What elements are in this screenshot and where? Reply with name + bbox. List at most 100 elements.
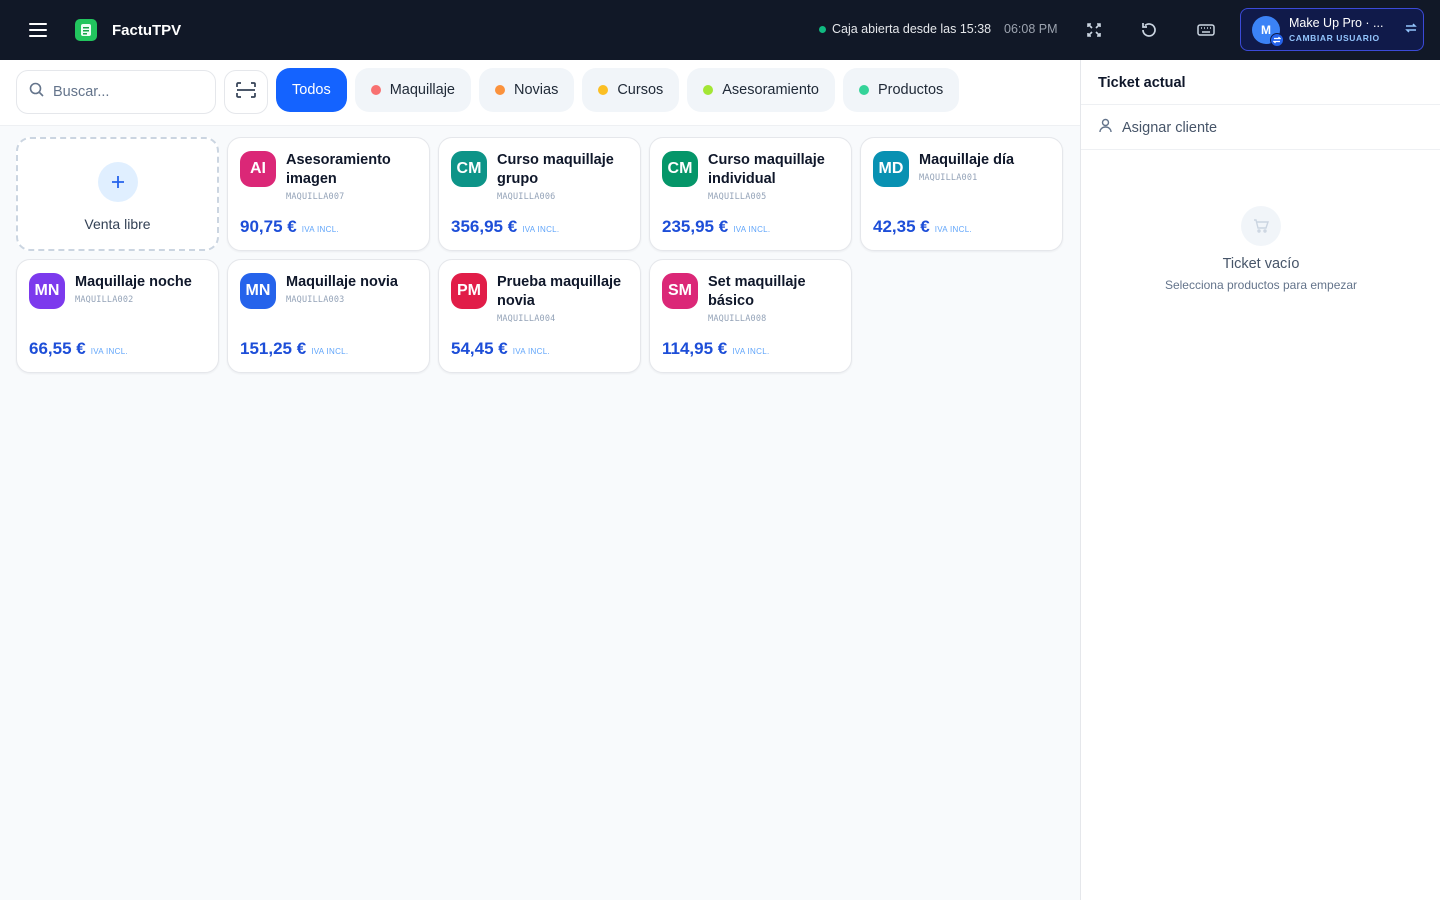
product-price: 235,95 € IVA INCL.: [662, 217, 770, 237]
top-bar: FactuTPV Caja abierta desde las 15:38 06…: [0, 0, 1440, 60]
search-box[interactable]: [16, 70, 216, 114]
barcode-scan-button[interactable]: [224, 70, 268, 114]
category-dot-icon: [370, 85, 381, 95]
tab-label: Maquillaje: [389, 82, 455, 98]
product-sku: MAQUILLA005: [708, 192, 767, 202]
product-name: Maquillaje día: [919, 152, 1015, 168]
price-value: 114,95 €: [662, 339, 728, 358]
free-sale-label: Venta libre: [84, 216, 151, 232]
tab-novias[interactable]: Novias: [479, 68, 575, 112]
assign-client-label: Asignar cliente: [1122, 120, 1218, 136]
tab-productos[interactable]: Productos: [842, 68, 960, 112]
product-sku: MAQUILLA006: [497, 192, 556, 202]
empty-ticket-title: Ticket vacío: [1222, 256, 1300, 272]
search-input[interactable]: [53, 84, 203, 100]
product-initials-badge: CM: [451, 151, 487, 187]
keyboard-icon[interactable]: [1194, 18, 1218, 42]
empty-ticket-state: Ticket vacío Selecciona productos para e…: [1081, 206, 1440, 292]
category-dot-icon: [495, 85, 505, 95]
product-card[interactable]: SM Set maquillaje básico MAQUILLA008 114,95…: [649, 259, 852, 373]
switch-user-label: CAMBIAR USUARIO: [1289, 33, 1380, 43]
plus-icon: [97, 162, 138, 202]
product-price: 356,95 € IVA INCL.: [451, 217, 559, 237]
tax-label: IVA INCL.: [301, 225, 339, 234]
product-card[interactable]: CM Curso maquillaje grupo MAQUILLA006 356,9…: [438, 137, 641, 251]
divider: [1081, 149, 1440, 150]
price-value: 356,95 €: [451, 217, 518, 236]
cart-icon: [1241, 206, 1281, 246]
price-value: 235,95 €: [662, 217, 729, 236]
tax-label: IVA INCL.: [733, 225, 771, 234]
swap-badge-icon: [1270, 32, 1284, 47]
tab-asesoramiento[interactable]: Asesoramiento: [687, 68, 835, 112]
product-name: Maquillaje novia: [286, 274, 398, 290]
tab-label: Todos: [292, 82, 331, 98]
switch-user-button[interactable]: M Make Up Pro · ... CAMBIAR USUARIO: [1240, 8, 1424, 51]
product-name: Prueba maquillaje novia: [497, 274, 622, 309]
divider: [1081, 104, 1440, 105]
price-value: 90,75 €: [240, 217, 297, 236]
status-dot-icon: [819, 25, 826, 33]
free-sale-button[interactable]: Venta libre: [16, 137, 219, 251]
tab-label: Productos: [877, 82, 944, 98]
product-card[interactable]: AI Asesoramiento imagen MAQUILLA007 90,75 €…: [227, 137, 430, 251]
cash-status: Caja abierta desde las 15:38: [819, 22, 991, 36]
product-price: 66,55 € IVA INCL.: [29, 339, 128, 359]
product-name: Curso maquillaje individual: [708, 152, 825, 187]
app-logo-icon: [75, 19, 97, 41]
product-initials-badge: MN: [29, 273, 65, 309]
product-price: 42,35 € IVA INCL.: [873, 217, 972, 237]
product-price: 90,75 € IVA INCL.: [240, 217, 339, 237]
product-card[interactable]: MN Maquillaje novia MAQUILLA003 151,25 € IVA…: [227, 259, 430, 373]
tax-label: IVA INCL.: [934, 225, 972, 234]
user-name: Make Up Pro · ...: [1289, 16, 1384, 30]
tab-cursos[interactable]: Cursos: [582, 68, 680, 112]
assign-client-button[interactable]: Asignar cliente: [1098, 118, 1217, 138]
product-sku: MAQUILLA007: [286, 192, 345, 202]
product-card[interactable]: CM Curso maquillaje individual MAQUILLA005…: [649, 137, 852, 251]
category-dot-icon: [858, 85, 869, 95]
tax-label: IVA INCL.: [512, 347, 550, 356]
search-icon: [29, 82, 44, 102]
tax-label: IVA INCL.: [90, 347, 128, 356]
product-initials-badge: MN: [240, 273, 276, 309]
avatar: M: [1252, 15, 1284, 47]
product-price: 54,45 € IVA INCL.: [451, 339, 550, 359]
menu-icon[interactable]: [26, 18, 50, 42]
ticket-title: Ticket actual: [1098, 75, 1186, 91]
product-sku: MAQUILLA001: [919, 173, 978, 183]
tab-todos[interactable]: Todos: [276, 68, 347, 112]
price-value: 42,35 €: [873, 217, 930, 236]
product-sku: MAQUILLA003: [286, 295, 345, 305]
product-initials-badge: SM: [662, 273, 698, 309]
app-title: FactuTPV: [112, 21, 182, 39]
filter-bar: Todos Maquillaje Novias Cursos Asesoramiento…: [0, 60, 1080, 126]
ticket-panel: Ticket actual Asignar cliente Ticket vac…: [1080, 60, 1440, 900]
product-name: Maquillaje noche: [75, 274, 192, 290]
swap-icon: [1405, 21, 1417, 39]
tab-label: Novias: [514, 82, 559, 98]
product-name: Set maquillaje básico: [708, 274, 806, 309]
product-name: Asesoramiento imagen: [286, 152, 391, 187]
clock: 06:08 PM: [1004, 22, 1058, 36]
tab-label: Cursos: [617, 82, 664, 98]
tax-label: IVA INCL.: [522, 225, 560, 234]
product-sku: MAQUILLA004: [497, 314, 556, 324]
product-name: Curso maquillaje grupo: [497, 152, 614, 187]
product-card[interactable]: MN Maquillaje noche MAQUILLA002 66,55 € IVA …: [16, 259, 219, 373]
product-price: 151,25 € IVA INCL.: [240, 339, 348, 359]
category-dot-icon: [598, 85, 609, 95]
history-icon[interactable]: [1137, 18, 1161, 42]
category-dot-icon: [703, 85, 714, 95]
price-value: 66,55 €: [29, 339, 86, 358]
product-initials-badge: AI: [240, 151, 276, 187]
tab-label: Asesoramiento: [722, 82, 819, 98]
tax-label: IVA INCL.: [732, 347, 770, 356]
fullscreen-icon[interactable]: [1082, 18, 1106, 42]
product-sku: MAQUILLA002: [75, 295, 134, 305]
price-value: 151,25 €: [240, 339, 307, 358]
product-card[interactable]: PM Prueba maquillaje novia MAQUILLA004 54,4…: [438, 259, 641, 373]
product-sku: MAQUILLA008: [708, 314, 767, 324]
tab-maquillaje[interactable]: Maquillaje: [354, 68, 471, 112]
product-card[interactable]: MD Maquillaje día MAQUILLA001 42,35 € IVA IN…: [860, 137, 1063, 251]
